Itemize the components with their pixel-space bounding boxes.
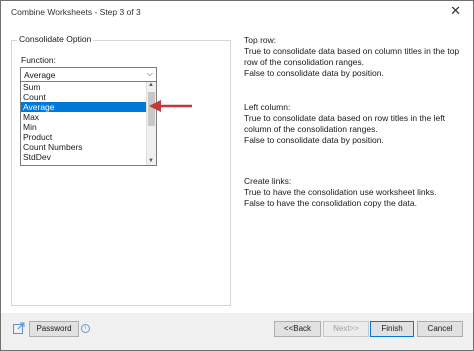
dialog-content: Consolidate Option Function: Average ⌵ S… [1,23,473,313]
left-column-line: True to consolidate data based on row ti… [244,113,445,123]
create-links-line: True to have the consolidation use works… [244,187,437,197]
chevron-down-icon[interactable]: ⌵ [147,69,153,79]
back-button[interactable]: <<Back [274,321,321,337]
left-column-line: column of the consolidation ranges. [244,124,378,134]
create-links-heading: Create links: [244,176,292,186]
option-product[interactable]: Product [21,132,146,142]
function-selected-value: Average [24,70,56,80]
option-count[interactable]: Count [21,92,146,102]
share-icon[interactable] [13,322,25,334]
left-column-heading: Left column: [244,102,291,112]
top-row-line: False to consolidate data by position. [244,68,384,78]
create-links-line: False to have the consolidation copy the… [244,198,417,208]
top-row-line: True to consolidate data based on column… [244,46,460,56]
window-title: Combine Worksheets - Step 3 of 3 [11,7,141,17]
title-bar: Combine Worksheets - Step 3 of 3 ✕ [1,1,473,23]
info-icon[interactable]: i [81,324,90,333]
option-min[interactable]: Min [21,122,146,132]
button-bar: Password i <<Back Next>> Finish Cancel [1,313,473,350]
close-icon[interactable]: ✕ [450,4,461,18]
option-average[interactable]: Average [21,102,146,112]
dialog-window: Combine Worksheets - Step 3 of 3 ✕ Conso… [0,0,474,351]
function-combobox[interactable]: Average ⌵ [20,67,157,82]
finish-button[interactable]: Finish [370,321,414,337]
next-button[interactable]: Next>> [323,321,369,337]
left-column-line: False to consolidate data by position. [244,135,384,145]
function-dropdown-list[interactable]: Sum Count Average Max Min Product Count … [20,81,157,166]
dropdown-scrollbar[interactable]: ▲ ▼ [146,82,156,165]
option-sum[interactable]: Sum [21,82,146,92]
annotation-arrow-icon [149,100,192,112]
top-row-line: row of the consolidation ranges. [244,57,365,67]
option-count-numbers[interactable]: Count Numbers [21,142,146,152]
option-stddev[interactable]: StdDev [21,152,146,162]
scroll-up-icon[interactable]: ▲ [148,82,154,88]
scroll-down-icon[interactable]: ▼ [148,158,154,164]
group-title: Consolidate Option [17,34,94,44]
function-label: Function: [21,55,56,65]
cancel-button[interactable]: Cancel [417,321,463,337]
password-button[interactable]: Password [29,321,79,337]
option-max[interactable]: Max [21,112,146,122]
top-row-heading: Top row: [244,35,277,45]
